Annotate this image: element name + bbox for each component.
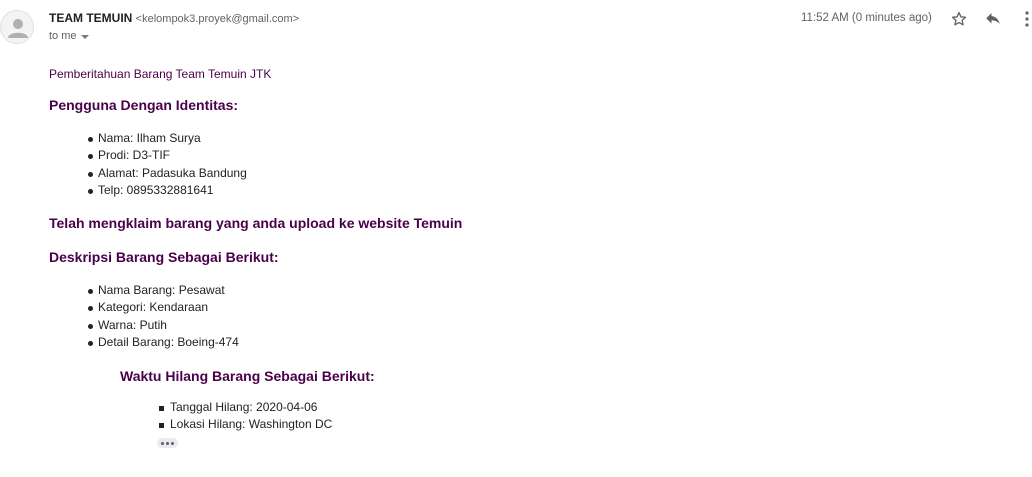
reply-icon[interactable]	[984, 10, 1002, 28]
recipient-label: to me	[49, 30, 77, 42]
sender-line: TEAM TEMUIN <kelompok3.proyek@gmail.com>	[49, 11, 299, 26]
timestamp: 11:52 AM (0 minutes ago)	[801, 12, 932, 24]
list-item: Tanggal Hilang: 2020-04-06	[158, 399, 332, 416]
ellipsis-dot	[166, 441, 169, 445]
description-list: Nama Barang: Pesawat Kategori: Kendaraan…	[88, 282, 239, 352]
list-item: Prodi: D3-TIF	[88, 147, 247, 164]
ellipsis-dot	[161, 441, 164, 445]
chevron-down-icon[interactable]	[80, 35, 89, 39]
description-heading: Deskripsi Barang Sebagai Berikut:	[49, 249, 279, 265]
star-icon[interactable]	[950, 10, 968, 28]
list-item: Nama: Ilham Surya	[88, 130, 247, 147]
recipient-details-toggle[interactable]: to me	[49, 30, 89, 42]
list-item: Alamat: Padasuka Bandung	[88, 165, 247, 182]
show-trimmed-content-button[interactable]	[157, 438, 178, 448]
avatar-icon	[8, 19, 28, 38]
avatar[interactable]	[0, 10, 34, 44]
email-view: TEAM TEMUIN <kelompok3.proyek@gmail.com>…	[0, 0, 1032, 477]
lost-time-heading: Waktu Hilang Barang Sebagai Berikut:	[120, 368, 375, 384]
list-item: Telp: 0895332881641	[88, 182, 247, 199]
list-item: Detail Barang: Boeing-474	[88, 334, 239, 351]
intro-text: Pemberitahuan Barang Team Temuin JTK	[49, 67, 272, 81]
more-vert-icon[interactable]	[1022, 10, 1032, 28]
ellipsis-dot	[171, 441, 174, 445]
identity-list: Nama: Ilham Surya Prodi: D3-TIF Alamat: …	[88, 130, 247, 200]
identity-heading: Pengguna Dengan Identitas:	[49, 97, 239, 113]
list-item: Warna: Putih	[88, 317, 239, 334]
sender-name[interactable]: TEAM TEMUIN	[49, 11, 132, 25]
list-item: Nama Barang: Pesawat	[88, 282, 239, 299]
sender-email: <kelompok3.proyek@gmail.com>	[135, 13, 300, 25]
list-item: Lokasi Hilang: Washington DC	[158, 416, 332, 433]
claim-heading: Telah mengklaim barang yang anda upload …	[49, 215, 463, 231]
lost-time-list: Tanggal Hilang: 2020-04-06 Lokasi Hilang…	[158, 399, 332, 434]
list-item: Kategori: Kendaraan	[88, 299, 239, 316]
